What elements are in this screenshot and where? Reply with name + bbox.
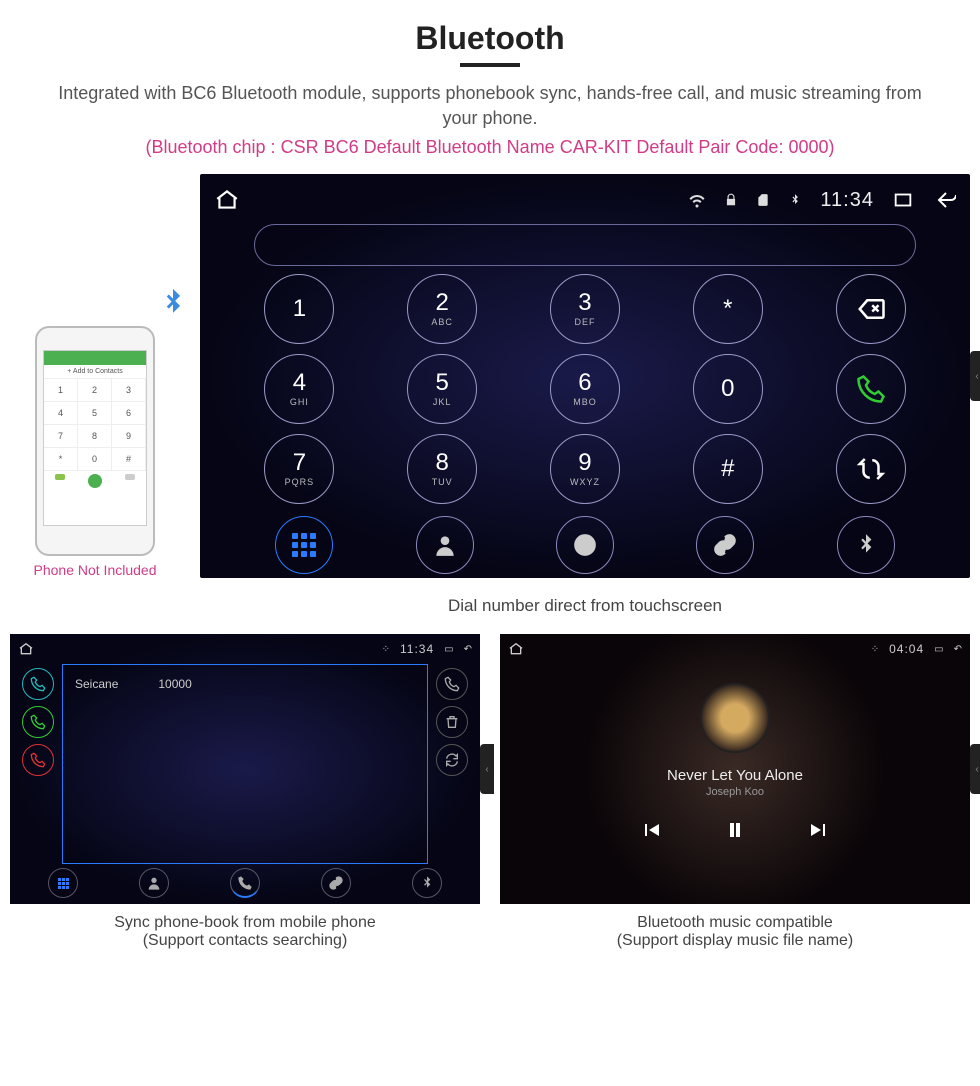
phone-key: 1 [44,379,78,402]
recent-apps-icon[interactable]: ▭ [444,644,453,655]
phone-key: 3 [112,379,146,402]
call-icon [88,474,102,488]
drawer-handle[interactable]: ‹ [970,351,980,401]
status-time: 11:34 [820,189,874,212]
key-4[interactable]: 4GHI [264,354,334,424]
nav-link-icon[interactable] [696,516,754,574]
drawer-handle[interactable]: ‹ [970,744,980,794]
call-out-icon[interactable] [22,668,54,700]
phone-mockup: + Add to Contacts 123 456 789 *0# [35,326,155,556]
nav-grid-icon[interactable] [48,868,78,898]
nav-link-icon[interactable] [321,868,351,898]
back-icon[interactable] [932,188,956,212]
key-0[interactable]: 0 [693,354,763,424]
album-art [700,683,770,753]
key-9[interactable]: 9WXYZ [550,434,620,504]
wifi-icon: ⁘ [382,644,390,655]
phone-not-included-label: Phone Not Included [10,562,180,578]
key-3[interactable]: 3DEF [550,274,620,344]
page-title: Bluetooth [10,20,970,57]
call-in-icon[interactable] [22,706,54,738]
phone-key: * [44,448,78,471]
bluetooth-icon [788,193,802,207]
nav-person-icon[interactable] [139,868,169,898]
key-*[interactable]: * [693,274,763,344]
wifi-icon [688,191,706,209]
title-underline [460,63,520,67]
phone-key: 7 [44,425,78,448]
del-button[interactable] [836,274,906,344]
phone-key: 9 [112,425,146,448]
recent-apps-icon[interactable]: ▭ [934,644,943,655]
phonebook-caption: Sync phone-book from mobile phone(Suppor… [10,904,480,968]
home-icon[interactable] [214,187,240,213]
key-8[interactable]: 8TUV [407,434,477,504]
dialer-caption: Dial number direct from touchscreen [200,586,970,634]
add-contacts-label: + Add to Contacts [44,365,146,379]
key-7[interactable]: 7PQRS [264,434,334,504]
sync-icon[interactable] [436,744,468,776]
key-#[interactable]: # [693,434,763,504]
bluetooth-signal-icon [156,286,190,328]
phone-key: # [112,448,146,471]
song-title: Never Let You Alone [667,767,803,784]
key-1[interactable]: 1 [264,274,334,344]
lock-icon [724,193,738,207]
nav-grid-icon[interactable] [275,516,333,574]
music-caption: Bluetooth music compatible(Support displ… [500,904,970,968]
phone-key: 2 [78,379,112,402]
number-input[interactable] [254,224,916,266]
contact-row[interactable]: Seicane 10000 [73,673,417,695]
wifi-icon: ⁘ [871,644,879,655]
status-time: 11:34 [400,642,434,656]
phone-key: 0 [78,448,112,471]
sms-icon [125,474,135,480]
head-unit-music: ⁘ 04:04 ▭ ↶ Never Let You Alone Joseph K… [500,634,970,904]
key-6[interactable]: 6MBO [550,354,620,424]
description-text: Integrated with BC6 Bluetooth module, su… [50,81,930,131]
prev-track-button[interactable] [639,818,663,847]
home-icon[interactable] [508,641,524,657]
nav-call-icon[interactable] [230,868,260,898]
key-5[interactable]: 5JKL [407,354,477,424]
phone-key: 4 [44,402,78,425]
pause-button[interactable] [723,818,747,847]
back-icon[interactable]: ↶ [954,644,962,655]
head-unit-dialer: 11:34 1 2ABC 3DEF * 4GHI 5JKL 6MBO 0 7PQRS 8TUV 9W… [200,174,970,578]
nav-bt-icon[interactable] [837,516,895,574]
artist-name: Joseph Koo [706,786,764,798]
recent-apps-icon[interactable] [892,189,914,211]
head-unit-phonebook: ⁘ 11:34 ▭ ↶ Seicane 10 [10,634,480,904]
specs-text: (Bluetooth chip : CSR BC6 Default Blueto… [10,137,970,158]
dial-icon[interactable] [436,668,468,700]
delete-icon[interactable] [436,706,468,738]
phone-key: 5 [78,402,112,425]
nav-bluetooth-icon[interactable] [412,868,442,898]
nav-call-icon[interactable] [556,516,614,574]
call-button[interactable] [836,354,906,424]
status-time: 04:04 [889,642,924,656]
back-icon[interactable]: ↶ [464,644,472,655]
phone-key: 6 [112,402,146,425]
call-missed-icon[interactable] [22,744,54,776]
home-icon[interactable] [18,641,34,657]
phonebook-list[interactable]: Seicane 10000 [62,664,428,864]
contact-number: 10000 [158,677,191,691]
key-2[interactable]: 2ABC [407,274,477,344]
phone-key: 8 [78,425,112,448]
contact-name: Seicane [75,677,118,691]
video-icon [55,474,65,480]
sd-card-icon [756,193,770,207]
swap-button[interactable] [836,434,906,504]
nav-person-icon[interactable] [416,516,474,574]
drawer-handle[interactable]: ‹ [480,744,494,794]
next-track-button[interactable] [807,818,831,847]
